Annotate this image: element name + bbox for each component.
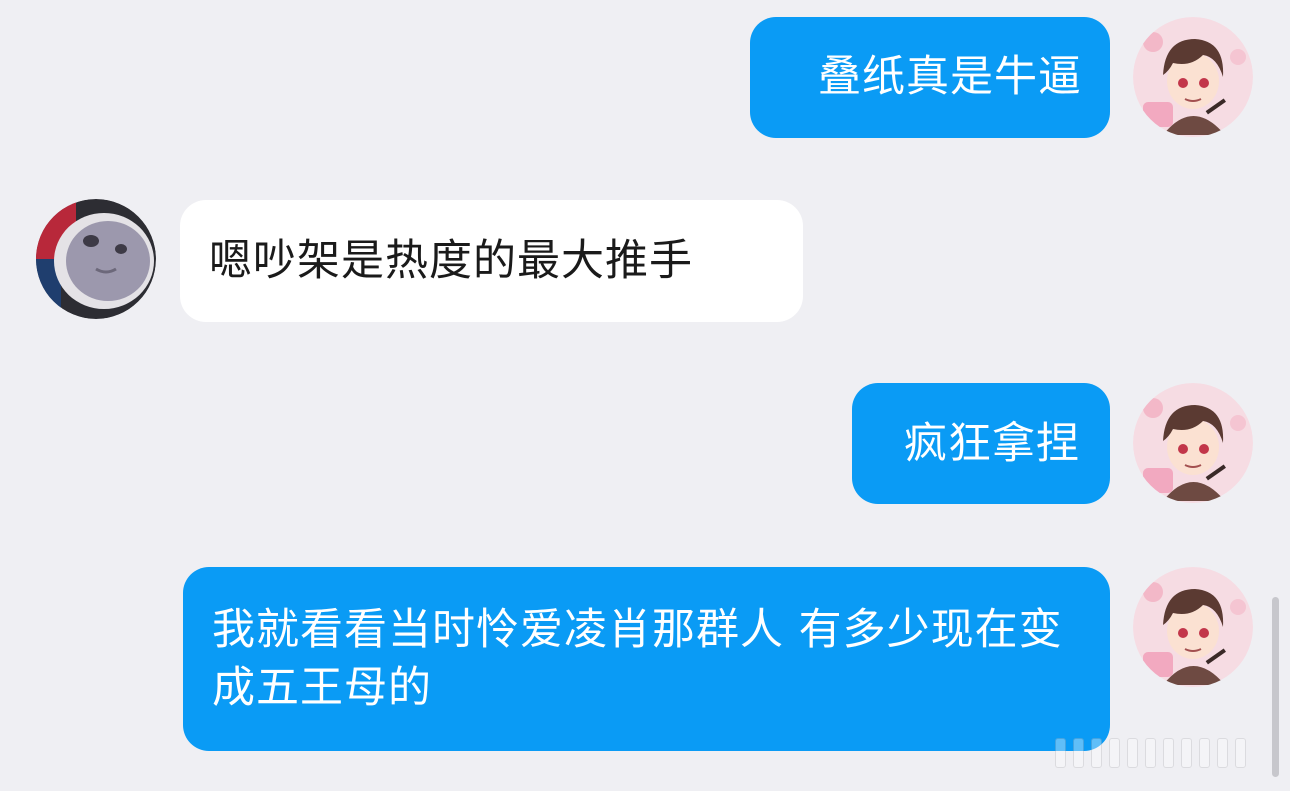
message-text: 叠纸真是牛逼 <box>818 52 1082 102</box>
anime-avatar-icon <box>1133 17 1253 137</box>
outgoing-message-bubble[interactable]: 我就看看当时怜爱凌肖那群人 有多少现在变成五王母的 <box>183 567 1110 751</box>
user-avatar[interactable] <box>1133 567 1253 687</box>
outgoing-message-bubble[interactable]: 疯狂拿捏 <box>852 383 1110 504</box>
scrollbar[interactable] <box>1272 597 1279 777</box>
watermark <box>1055 738 1270 778</box>
message-text: 我就看看当时怜爱凌肖那群人 有多少现在变成五王母的 <box>212 605 1063 713</box>
incoming-message-bubble[interactable]: 嗯吵架是热度的最大推手 <box>180 200 803 322</box>
outgoing-message-bubble[interactable]: 叠纸真是牛逼 <box>750 17 1110 138</box>
anime-avatar-icon <box>1133 383 1253 503</box>
anime-avatar-icon <box>1133 567 1253 687</box>
plush-avatar-icon <box>36 199 156 319</box>
message-text: 嗯吵架是热度的最大推手 <box>209 236 693 286</box>
contact-avatar[interactable] <box>36 199 156 319</box>
user-avatar[interactable] <box>1133 383 1253 503</box>
user-avatar[interactable] <box>1133 17 1253 137</box>
message-text: 疯狂拿捏 <box>904 419 1080 469</box>
